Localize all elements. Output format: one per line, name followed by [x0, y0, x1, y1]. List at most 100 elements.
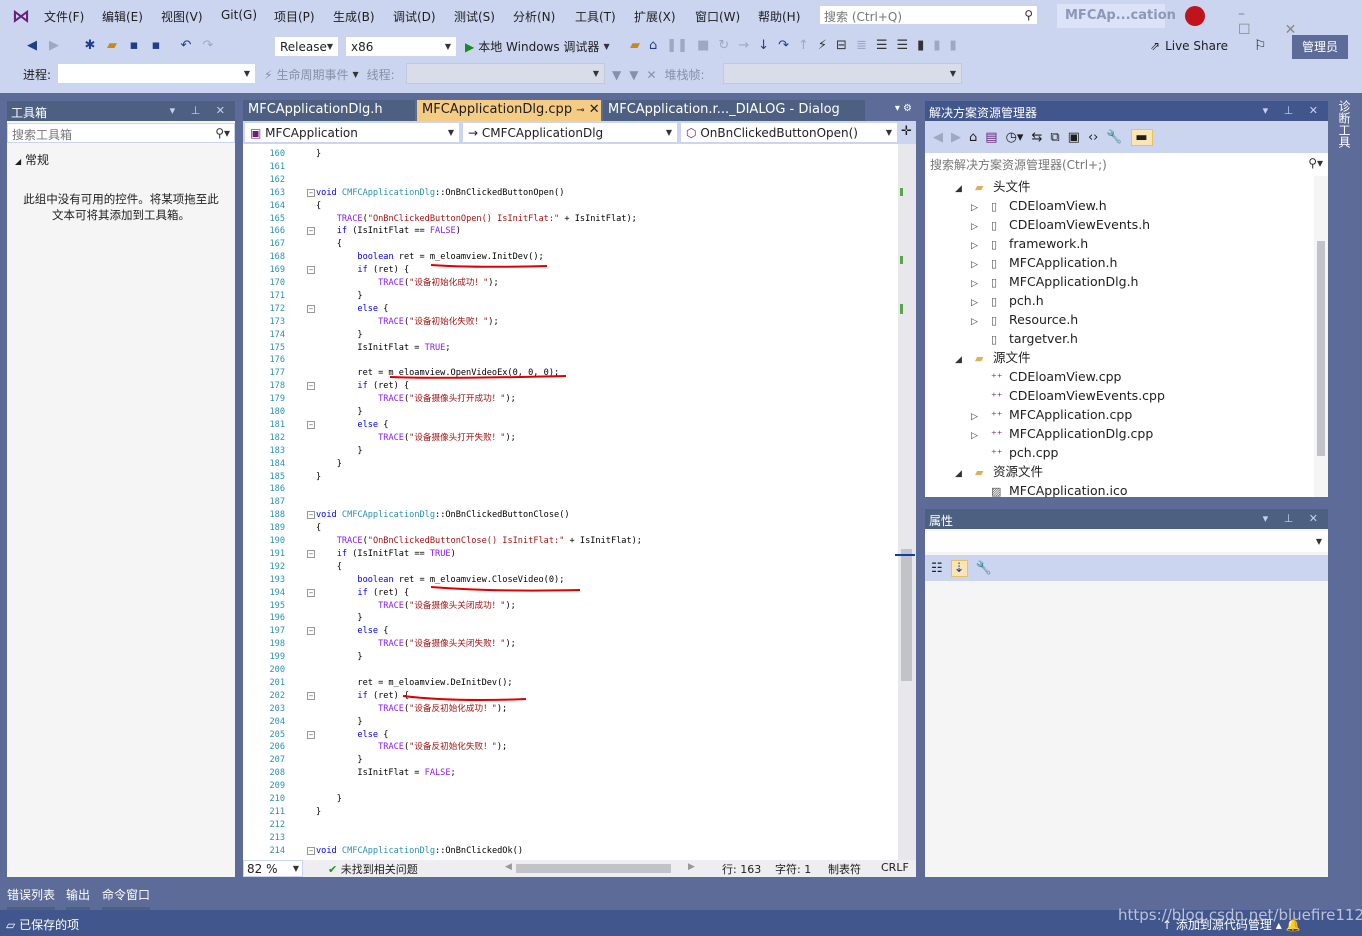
- solution-tree-item[interactable]: ▷ ▯ Resource.h: [971, 310, 1078, 329]
- restart-icon[interactable]: ↻: [718, 38, 729, 53]
- menu-item[interactable]: 视图(V): [161, 8, 203, 25]
- solution-tree-item[interactable]: ◢ ▰ 头文件: [955, 177, 1031, 196]
- fold-toggle-icon[interactable]: −: [307, 266, 315, 275]
- object-select[interactable]: ▼: [925, 531, 1328, 552]
- start-debugging-button[interactable]: ▶ 本地 Windows 调试器 ▼: [465, 38, 610, 55]
- maximize-button[interactable]: ☐: [1238, 22, 1285, 38]
- toolbox-group-general[interactable]: ◢ 常规: [15, 151, 49, 168]
- tab-mfcapplicationdlg-h[interactable]: MFCApplicationDlg.h: [243, 100, 415, 121]
- admin-badge[interactable]: 管理员: [1292, 35, 1348, 59]
- toolbox-search-input[interactable]: 搜索工具箱 ⚲▾: [7, 123, 235, 143]
- feedback-icon[interactable]: ⚐: [1254, 38, 1267, 54]
- forward-icon[interactable]: ▶: [46, 38, 62, 54]
- next-bookmark-icon[interactable]: ▮: [949, 38, 956, 53]
- fold-toggle-icon[interactable]: −: [307, 304, 315, 313]
- tab-overflow-icon[interactable]: ▾ ⚙: [895, 103, 912, 114]
- tab-error-list[interactable]: 错误列表: [7, 886, 56, 911]
- solution-tree-item[interactable]: ◢ ▰ 源文件: [955, 348, 1031, 367]
- scrollbar-thumb[interactable]: [1317, 241, 1325, 456]
- new-project-icon[interactable]: ✱: [82, 38, 98, 54]
- show-next-statement-icon[interactable]: →: [738, 38, 749, 53]
- platform-select[interactable]: x86 ▼: [345, 36, 457, 57]
- step-out-icon[interactable]: ↑: [798, 38, 809, 53]
- window-controls[interactable]: –☐✕: [1238, 6, 1362, 38]
- solution-tree-item[interactable]: ⁺⁺ pch.cpp: [971, 443, 1058, 462]
- solution-tree-item[interactable]: ▨ MFCApplication.ico: [971, 481, 1128, 500]
- split-icon[interactable]: ✛: [901, 124, 912, 139]
- menu-item[interactable]: Git(G): [221, 8, 257, 22]
- forward-icon[interactable]: ▶: [951, 130, 961, 145]
- eol-indicator[interactable]: CRLF: [881, 861, 909, 874]
- line-indicator[interactable]: 行: 163: [722, 861, 761, 877]
- sync-icon[interactable]: ⇆: [1031, 130, 1042, 145]
- solution-tree-item[interactable]: ⁺⁺ CDEloamViewEvents.cpp: [971, 386, 1165, 405]
- redo-icon[interactable]: ↷: [200, 38, 216, 54]
- solution-tree-item[interactable]: ◢ ▰ 资源文件: [955, 462, 1043, 481]
- back-icon[interactable]: ◀: [933, 130, 943, 145]
- fold-toggle-icon[interactable]: −: [307, 188, 315, 197]
- back-icon[interactable]: ◀: [24, 38, 40, 54]
- fold-toggle-icon[interactable]: −: [307, 511, 315, 520]
- preview-selected-icon[interactable]: ▬: [1130, 128, 1153, 146]
- global-search-input[interactable]: 搜索 (Ctrl+Q) ⚲: [819, 5, 1038, 25]
- solution-tree-item[interactable]: ▷ ▯ framework.h: [971, 234, 1088, 253]
- tab-command-window[interactable]: 命令窗口: [102, 886, 151, 911]
- switch-views-icon[interactable]: ▤: [985, 130, 997, 145]
- solution-tree-item[interactable]: ▷ ▯ CDEloamViewEvents.h: [971, 215, 1150, 234]
- view-code-icon[interactable]: ‹›: [1088, 130, 1098, 145]
- open-folder-icon[interactable]: ▰: [104, 38, 120, 54]
- tab-output[interactable]: 输出: [66, 886, 91, 911]
- solution-tree-item[interactable]: ▯ targetver.h: [971, 329, 1078, 348]
- member-dropdown[interactable]: ⬡ OnBnClickedButtonOpen() ▼: [680, 122, 898, 143]
- issues-indicator[interactable]: ✔ 未找到相关问题: [328, 861, 418, 877]
- solution-tree-item[interactable]: ▷ ▯ CDEloamView.h: [971, 196, 1107, 215]
- home-icon[interactable]: ⌂: [649, 38, 657, 53]
- horizontal-scrollbar[interactable]: [516, 864, 671, 873]
- fold-toggle-icon[interactable]: −: [307, 549, 315, 558]
- step-into-icon[interactable]: ↓: [758, 38, 769, 53]
- categorized-icon[interactable]: ☷: [931, 561, 943, 576]
- home-icon[interactable]: ⌂: [969, 130, 977, 145]
- tab-dialog-resource[interactable]: MFCApplication.r..._DIALOG - Dialog: [603, 100, 865, 121]
- find-in-files-icon[interactable]: ▰: [630, 38, 640, 53]
- minimize-button[interactable]: –: [1238, 6, 1279, 22]
- solution-tree-item[interactable]: ▷ ⁺⁺ MFCApplicationDlg.cpp: [971, 424, 1153, 443]
- stop-icon[interactable]: ■: [697, 38, 709, 53]
- pending-changes-filter-icon[interactable]: ◷▾: [1006, 130, 1024, 145]
- panel-window-controls[interactable]: ▾ ⊥ ✕: [1263, 512, 1324, 526]
- step-over-icon[interactable]: ↷: [778, 38, 789, 53]
- menu-item[interactable]: 工具(T): [575, 8, 616, 25]
- avatar[interactable]: [1185, 6, 1205, 26]
- zoom-select[interactable]: 82 % ▼: [243, 860, 303, 877]
- fold-toggle-icon[interactable]: −: [307, 730, 315, 739]
- uncomment-icon[interactable]: ☰: [897, 38, 909, 53]
- solution-tree-item[interactable]: ⁺⁺ CDEloamView.cpp: [971, 367, 1121, 386]
- hot-reload-icon[interactable]: ⚡: [818, 38, 827, 53]
- comment-icon[interactable]: ☰: [876, 38, 888, 53]
- prev-bookmark-icon[interactable]: ▮: [933, 38, 940, 53]
- bookmark-icon[interactable]: ▮: [917, 38, 924, 53]
- tab-mfcapplicationdlg-cpp[interactable]: MFCApplicationDlg.cpp ⊸ ✕: [417, 100, 601, 121]
- menu-item[interactable]: 测试(S): [454, 8, 495, 25]
- class-dropdown[interactable]: → CMFCApplicationDlg ▼: [462, 122, 678, 143]
- property-pages-icon[interactable]: 🔧: [976, 561, 992, 576]
- indent-indicator[interactable]: 制表符: [828, 861, 861, 877]
- save-icon[interactable]: ▪: [126, 38, 142, 54]
- menu-item[interactable]: 分析(N): [513, 8, 555, 25]
- tree-scrollbar[interactable]: [1314, 176, 1328, 497]
- alphabetical-icon[interactable]: ⇣: [950, 559, 968, 577]
- thread-select[interactable]: ▼: [406, 63, 605, 84]
- live-share-button[interactable]: ⇗ Live Share: [1150, 39, 1228, 53]
- scroll-left-icon[interactable]: ◀: [505, 862, 512, 872]
- lifecycle-events-button[interactable]: ⚡ 生命周期事件 ▼ 线程:: [264, 66, 395, 83]
- menu-item[interactable]: 扩展(X): [634, 8, 676, 25]
- menu-item[interactable]: 帮助(H): [758, 8, 800, 25]
- pause-icon[interactable]: ❚❚: [666, 38, 688, 53]
- menu-item[interactable]: 项目(P): [274, 8, 315, 25]
- fold-toggle-icon[interactable]: −: [307, 588, 315, 597]
- code-text[interactable]: 160} 161 162 163− void CMFCApplicationDlg::O…: [243, 144, 898, 860]
- menu-item[interactable]: 文件(F): [44, 8, 84, 25]
- fold-toggle-icon[interactable]: −: [307, 627, 315, 636]
- solution-tree-item[interactable]: ▷ ▯ pch.h: [971, 291, 1044, 310]
- process-select[interactable]: ▼: [57, 63, 256, 84]
